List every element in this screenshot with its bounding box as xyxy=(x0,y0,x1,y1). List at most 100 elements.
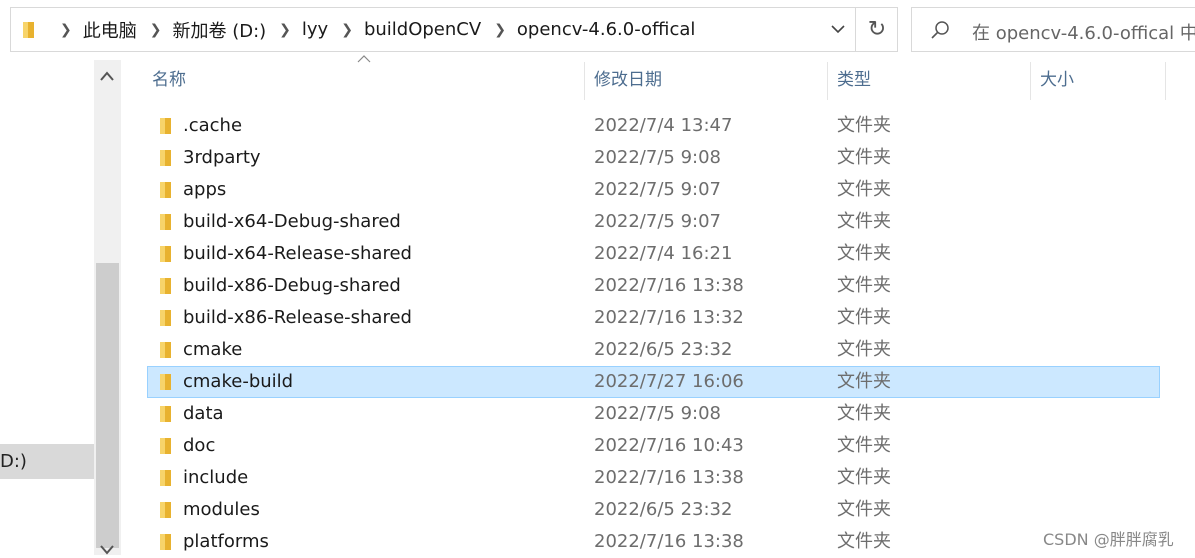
folder-icon xyxy=(160,406,171,422)
chevron-right-icon[interactable]: ❯ xyxy=(150,22,162,38)
file-type: 文件夹 xyxy=(837,467,891,488)
chevron-right-icon[interactable]: ❯ xyxy=(341,22,353,38)
file-type: 文件夹 xyxy=(837,339,891,360)
file-name[interactable]: 3rdparty xyxy=(183,143,261,173)
file-type: 文件夹 xyxy=(837,403,891,424)
file-row[interactable]: cmake-build 2022/7/27 16:06 文件夹 xyxy=(147,366,1160,398)
folder-icon xyxy=(160,438,171,454)
scroll-down-icon[interactable] xyxy=(99,543,115,555)
search-placeholder: 在 opencv-4.6.0-offical 中搜 xyxy=(972,23,1195,44)
vertical-scrollbar[interactable] xyxy=(94,60,121,555)
folder-icon xyxy=(160,278,171,294)
scrollbar-thumb[interactable] xyxy=(96,263,119,548)
file-type: 文件夹 xyxy=(837,275,891,296)
history-dropdown-button[interactable] xyxy=(819,8,857,51)
refresh-button[interactable]: ↻ xyxy=(855,8,898,51)
file-name[interactable]: cmake-build xyxy=(183,367,293,397)
file-name[interactable]: build-x86-Debug-shared xyxy=(183,271,401,301)
folder-icon xyxy=(160,470,171,486)
chevron-down-icon xyxy=(831,25,845,34)
column-divider[interactable] xyxy=(1165,62,1166,100)
search-icon xyxy=(931,21,949,39)
folder-icon xyxy=(160,502,171,518)
breadcrumb: ❯ 此电脑 ❯ 新加卷 (D:) ❯ lyy ❯ buildOpenCV ❯ o… xyxy=(47,8,695,51)
file-modified-date: 2022/6/5 23:32 xyxy=(594,499,733,520)
folder-icon xyxy=(160,310,171,326)
file-name[interactable]: platforms xyxy=(183,527,269,557)
column-divider[interactable] xyxy=(1030,62,1031,100)
nav-item-drive-d[interactable]: D:) xyxy=(0,444,94,479)
file-name[interactable]: modules xyxy=(183,495,260,525)
file-row[interactable]: include 2022/7/16 13:38 文件夹 xyxy=(147,462,1160,494)
folder-icon xyxy=(160,246,171,262)
file-type: 文件夹 xyxy=(837,435,891,456)
file-row[interactable]: build-x86-Debug-shared 2022/7/16 13:38 文件夹 xyxy=(147,270,1160,302)
navigation-pane xyxy=(0,60,94,555)
file-name[interactable]: doc xyxy=(183,431,215,461)
breadcrumb-item[interactable]: lyy xyxy=(302,19,328,40)
file-modified-date: 2022/7/5 9:07 xyxy=(594,179,721,200)
folder-icon xyxy=(160,182,171,198)
file-row[interactable]: platforms 2022/7/16 13:38 文件夹 xyxy=(147,526,1160,558)
chevron-right-icon[interactable]: ❯ xyxy=(494,22,506,38)
file-row[interactable]: doc 2022/7/16 10:43 文件夹 xyxy=(147,430,1160,462)
file-modified-date: 2022/7/4 16:21 xyxy=(594,243,733,264)
scroll-up-icon[interactable] xyxy=(99,70,115,82)
file-row[interactable]: cmake 2022/6/5 23:32 文件夹 xyxy=(147,334,1160,366)
file-modified-date: 2022/7/5 9:08 xyxy=(594,147,721,168)
file-modified-date: 2022/7/16 13:38 xyxy=(594,467,744,488)
folder-icon xyxy=(160,374,171,390)
file-row[interactable]: modules 2022/6/5 23:32 文件夹 xyxy=(147,494,1160,526)
file-type: 文件夹 xyxy=(837,307,891,328)
file-type: 文件夹 xyxy=(837,115,891,136)
file-modified-date: 2022/7/5 9:08 xyxy=(594,403,721,424)
address-bar[interactable]: ❯ 此电脑 ❯ 新加卷 (D:) ❯ lyy ❯ buildOpenCV ❯ o… xyxy=(10,7,898,52)
file-name[interactable]: apps xyxy=(183,175,226,205)
file-type: 文件夹 xyxy=(837,499,891,520)
file-type: 文件夹 xyxy=(837,211,891,232)
file-row[interactable]: data 2022/7/5 9:08 文件夹 xyxy=(147,398,1160,430)
file-name[interactable]: include xyxy=(183,463,248,493)
file-type: 文件夹 xyxy=(837,371,891,392)
file-name[interactable]: build-x86-Release-shared xyxy=(183,303,412,333)
file-name[interactable]: build-x64-Release-shared xyxy=(183,239,412,269)
file-row[interactable]: .cache 2022/7/4 13:47 文件夹 xyxy=(147,110,1160,142)
file-type: 文件夹 xyxy=(837,531,891,552)
column-header-name[interactable]: 名称 xyxy=(152,60,186,100)
breadcrumb-item[interactable]: 此电脑 xyxy=(83,17,137,43)
file-modified-date: 2022/7/16 13:32 xyxy=(594,307,744,328)
column-divider[interactable] xyxy=(584,62,585,100)
file-name[interactable]: .cache xyxy=(183,111,242,141)
column-divider[interactable] xyxy=(827,62,828,100)
search-input[interactable]: 在 opencv-4.6.0-offical 中搜 xyxy=(911,7,1195,52)
breadcrumb-item[interactable]: opencv-4.6.0-offical xyxy=(517,19,695,40)
chevron-right-icon[interactable]: ❯ xyxy=(60,22,72,38)
watermark: CSDN @胖胖腐乳 xyxy=(1043,530,1174,549)
folder-icon xyxy=(160,150,171,166)
breadcrumb-item[interactable]: buildOpenCV xyxy=(364,19,481,40)
chevron-right-icon[interactable]: ❯ xyxy=(279,22,291,38)
file-name[interactable]: cmake xyxy=(183,335,242,365)
file-row[interactable]: apps 2022/7/5 9:07 文件夹 xyxy=(147,174,1160,206)
folder-icon xyxy=(160,214,171,230)
folder-icon xyxy=(160,118,171,134)
file-name[interactable]: data xyxy=(183,399,224,429)
file-row[interactable]: 3rdparty 2022/7/5 9:08 文件夹 xyxy=(147,142,1160,174)
file-modified-date: 2022/7/16 13:38 xyxy=(594,531,744,552)
folder-icon xyxy=(23,22,34,38)
file-modified-date: 2022/7/4 13:47 xyxy=(594,115,733,136)
folder-icon xyxy=(160,342,171,358)
folder-icon xyxy=(160,534,171,550)
breadcrumb-item[interactable]: 新加卷 (D:) xyxy=(172,17,266,43)
file-row[interactable]: build-x64-Release-shared 2022/7/4 16:21 文件… xyxy=(147,238,1160,270)
column-header-modified[interactable]: 修改日期 xyxy=(594,60,662,100)
column-header-type[interactable]: 类型 xyxy=(837,60,871,100)
file-row[interactable]: build-x64-Debug-shared 2022/7/5 9:07 文件夹 xyxy=(147,206,1160,238)
file-row[interactable]: build-x86-Release-shared 2022/7/16 13:32 文… xyxy=(147,302,1160,334)
file-modified-date: 2022/7/5 9:07 xyxy=(594,211,721,232)
file-type: 文件夹 xyxy=(837,243,891,264)
file-modified-date: 2022/6/5 23:32 xyxy=(594,339,733,360)
sort-ascending-icon xyxy=(357,55,371,63)
file-name[interactable]: build-x64-Debug-shared xyxy=(183,207,401,237)
column-header-size[interactable]: 大小 xyxy=(1040,60,1074,100)
